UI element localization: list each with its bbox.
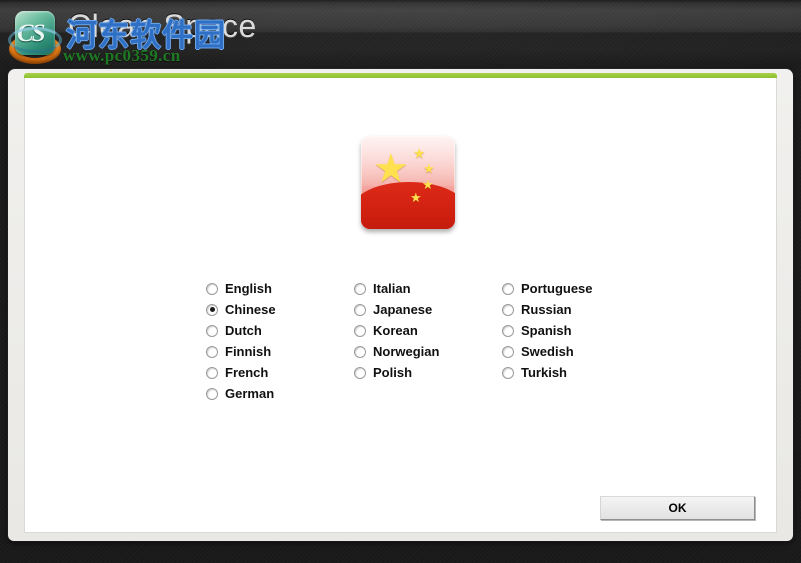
language-option-portuguese[interactable]: Portuguese <box>502 278 593 299</box>
radio-portuguese[interactable] <box>502 282 514 295</box>
language-column-2: Italian Japanese Korean Norwegian Polish <box>354 278 439 383</box>
language-label: English <box>225 280 272 296</box>
radio-french[interactable] <box>206 366 218 379</box>
language-label: Turkish <box>521 364 567 380</box>
radio-turkish[interactable] <box>502 366 514 379</box>
flag-star-4: ★ <box>410 190 422 205</box>
radio-russian[interactable] <box>502 303 514 316</box>
logo-swoosh-shape <box>8 27 62 53</box>
language-label: Japanese <box>373 301 433 317</box>
language-label: Italian <box>373 280 411 296</box>
watermark-url-text: www.pc0359.cn <box>63 46 181 65</box>
language-label: French <box>225 364 269 380</box>
language-option-polish[interactable]: Polish <box>354 362 439 383</box>
flag-star-2: ★ <box>423 161 435 176</box>
radio-german[interactable] <box>206 387 218 400</box>
language-option-finnish[interactable]: Finnish <box>206 341 276 362</box>
flag-star-large: ★ <box>373 147 409 191</box>
language-label: Dutch <box>225 322 262 338</box>
radio-english[interactable] <box>206 282 218 295</box>
title-bar: CS Clean Space 河东软件园 www.pc0359.cn <box>0 0 801 68</box>
language-label: Spanish <box>521 322 572 338</box>
radio-chinese[interactable] <box>206 303 218 316</box>
language-option-norwegian[interactable]: Norwegian <box>354 341 439 362</box>
language-option-turkish[interactable]: Turkish <box>502 362 593 383</box>
radio-dutch[interactable] <box>206 324 218 337</box>
radio-polish[interactable] <box>354 366 366 379</box>
language-column-1: English Chinese Dutch Finnish French Ger… <box>206 278 276 404</box>
language-option-swedish[interactable]: Swedish <box>502 341 593 362</box>
radio-swedish[interactable] <box>502 345 514 358</box>
language-label: Polish <box>373 364 413 380</box>
language-label: Finnish <box>225 343 272 359</box>
language-label: Swedish <box>521 343 574 359</box>
language-label: German <box>225 385 275 401</box>
language-label: Korean <box>373 322 418 338</box>
language-option-italian[interactable]: Italian <box>354 278 439 299</box>
radio-italian[interactable] <box>354 282 366 295</box>
language-column-3: Portuguese Russian Spanish Swedish Turki… <box>502 278 593 383</box>
language-option-spanish[interactable]: Spanish <box>502 320 593 341</box>
china-flag-icon: ★ ★ ★ ★ ★ <box>361 136 455 229</box>
language-label: Russian <box>521 301 572 317</box>
ok-button[interactable]: OK <box>600 496 755 520</box>
radio-korean[interactable] <box>354 324 366 337</box>
radio-spanish[interactable] <box>502 324 514 337</box>
selected-language-flag: ★ ★ ★ ★ ★ <box>361 136 455 229</box>
language-option-german[interactable]: German <box>206 383 276 404</box>
language-option-russian[interactable]: Russian <box>502 299 593 320</box>
flag-star-3: ★ <box>422 177 434 192</box>
language-label: Chinese <box>225 301 276 317</box>
flag-star-1: ★ <box>413 145 426 161</box>
cleanspace-logo-icon: CS <box>7 9 63 65</box>
language-option-chinese[interactable]: Chinese <box>206 299 276 320</box>
language-label: Portuguese <box>521 280 593 296</box>
language-option-french[interactable]: French <box>206 362 276 383</box>
radio-finnish[interactable] <box>206 345 218 358</box>
panel-accent-bar <box>24 73 777 78</box>
language-option-english[interactable]: English <box>206 278 276 299</box>
language-option-dutch[interactable]: Dutch <box>206 320 276 341</box>
language-option-japanese[interactable]: Japanese <box>354 299 439 320</box>
radio-japanese[interactable] <box>354 303 366 316</box>
language-option-korean[interactable]: Korean <box>354 320 439 341</box>
language-label: Norwegian <box>373 343 440 359</box>
application-window: CS Clean Space 河东软件园 www.pc0359.cn ★ ★ ★… <box>0 0 801 563</box>
radio-norwegian[interactable] <box>354 345 366 358</box>
